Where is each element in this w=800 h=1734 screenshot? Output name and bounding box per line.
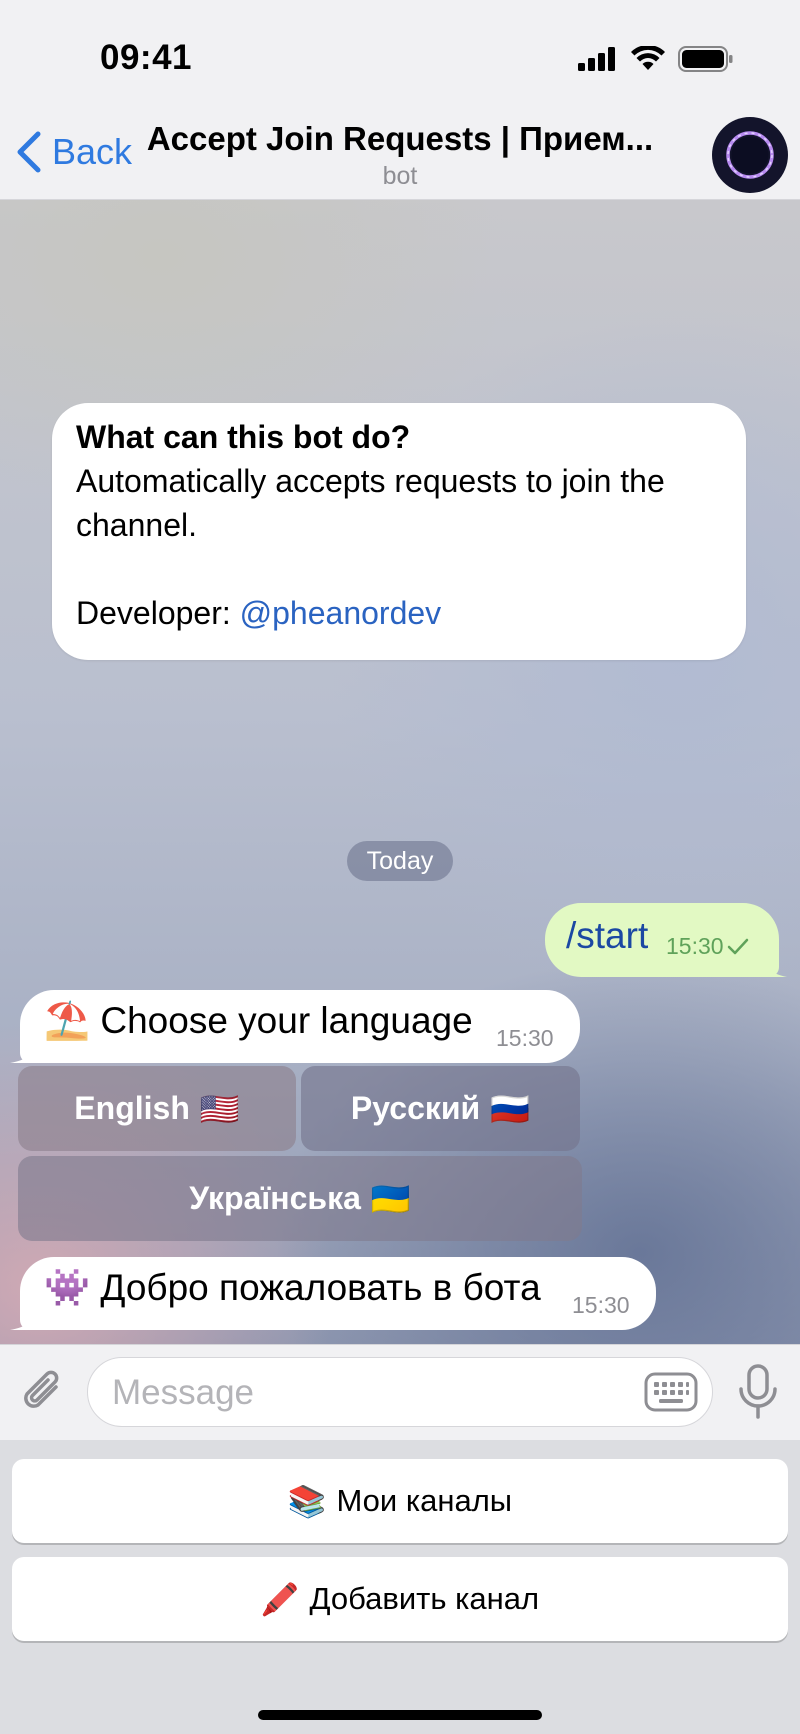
message-field[interactable] (87, 1357, 713, 1427)
incoming-message[interactable]: 👾 Добро пожаловать в бота 15:30 (10, 1257, 656, 1330)
books-icon: 📚 (287, 1483, 327, 1519)
chevron-left-icon (17, 131, 41, 173)
us-flag-icon: 🇺🇸 (199, 1090, 240, 1127)
bubble-tail (10, 1308, 36, 1330)
message-time: 15:30 (496, 1025, 554, 1051)
outgoing-message[interactable]: /start 15:30 (545, 903, 787, 977)
button-label: Русский (350, 1090, 481, 1126)
my-channels-button[interactable]: 📚 Мои каналы (12, 1459, 788, 1543)
crayon-icon: 🖍️ (260, 1581, 300, 1617)
chat-subtitle: bot (382, 162, 418, 190)
message-time: 15:30 (572, 1292, 630, 1318)
developer-link[interactable]: @pheanordev (240, 595, 442, 631)
umbrella-icon: ⛱️ (44, 1000, 91, 1041)
language-button-english[interactable]: English 🇺🇸 (18, 1066, 296, 1151)
button-label: English (74, 1090, 190, 1126)
paperclip-icon[interactable] (18, 1365, 68, 1419)
back-label: Back (52, 131, 133, 172)
message-input-bar (0, 1344, 800, 1440)
developer-label: Developer: (76, 595, 240, 631)
date-separator: Today (347, 841, 453, 881)
message-text[interactable]: 👾 Добро пожаловать в бота (44, 1267, 541, 1310)
message-text[interactable]: ⛱️ Choose your language (44, 1000, 473, 1043)
message-text[interactable]: /start (566, 915, 648, 957)
status-bar: 09:41 (0, 0, 800, 110)
bubble-tail (10, 1041, 36, 1063)
space-invader-icon: 👾 (44, 1267, 91, 1308)
read-check-icon (727, 938, 748, 954)
button-label: Українська (189, 1180, 361, 1216)
bot-info-developer: Developer: @pheanordev (76, 591, 722, 635)
microphone-icon[interactable] (736, 1363, 780, 1421)
ukraine-flag-icon: 🇺🇦 (370, 1180, 411, 1217)
add-channel-button[interactable]: 🖍️ Добавить канал (12, 1557, 788, 1641)
cellular-signal-icon (578, 47, 615, 71)
language-button-ukrainian[interactable]: Українська 🇺🇦 (18, 1156, 582, 1241)
bubble-tail (763, 955, 787, 977)
language-button-russian[interactable]: Русский 🇷🇺 (301, 1066, 580, 1151)
back-button[interactable]: Back (14, 130, 132, 174)
button-label: Мои каналы (336, 1483, 513, 1518)
message-time-value: 15:30 (666, 933, 724, 959)
bot-info-card: What can this bot do? Automatically acce… (52, 403, 746, 660)
home-indicator[interactable] (258, 1710, 542, 1720)
chat-area[interactable]: What can this bot do? Automatically acce… (0, 200, 800, 1344)
status-time: 09:41 (100, 38, 193, 77)
bot-info-title: What can this bot do? (76, 419, 411, 455)
chat-header: Back Accept Join Requests | Прием... bot (0, 110, 800, 200)
battery-icon (678, 46, 733, 72)
message-time: 15:30 (666, 933, 750, 960)
bot-avatar[interactable] (712, 117, 788, 193)
keyboard-icon[interactable] (644, 1372, 698, 1412)
bot-avatar-logo-icon (726, 131, 774, 179)
message-text-value: Choose your language (100, 1000, 473, 1041)
message-text-value: Добро пожаловать в бота (100, 1267, 541, 1308)
reply-keyboard: 📚 Мои каналы 🖍️ Добавить канал (0, 1440, 800, 1734)
incoming-message[interactable]: ⛱️ Choose your language 15:30 (10, 990, 580, 1063)
wifi-icon (631, 46, 665, 70)
chat-title[interactable]: Accept Join Requests | Прием... (140, 120, 660, 158)
button-label: Добавить канал (309, 1581, 540, 1616)
message-input[interactable] (112, 1368, 612, 1418)
russia-flag-icon: 🇷🇺 (490, 1090, 531, 1127)
status-icons (578, 44, 734, 74)
bot-info-description: Automatically accepts requests to join t… (76, 463, 665, 543)
